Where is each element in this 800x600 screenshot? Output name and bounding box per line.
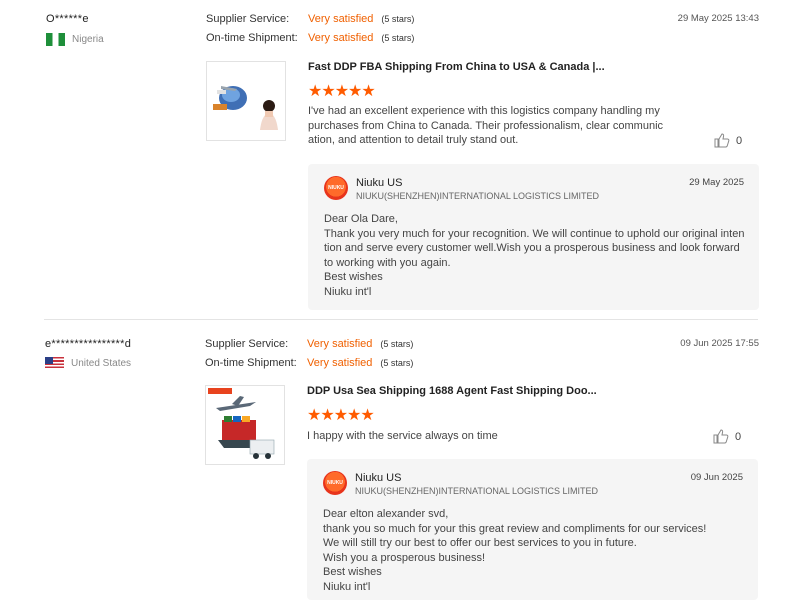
reply-date: 09 Jun 2025 [690,472,743,483]
on-time-shipment-rating: On-time Shipment: Very satisfied (5 star… [206,32,414,44]
like-count: 0 [736,134,743,147]
country-label: Nigeria [72,34,104,45]
niuku-logo-icon: NIUKU [324,176,348,200]
reply-line: Niuku int'l [324,285,372,298]
like-button[interactable]: 0 [714,133,742,148]
reply-line: Wish you a prosperous business! [323,551,486,564]
reply-line: Best wishes [324,271,383,283]
niuku-logo-icon: NIUKU [323,471,347,495]
reply-line: Dear elton alexander svd, [323,508,449,520]
reviewer-name: e****************d [45,338,132,350]
on-time-shipment-label: On-time Shipment: [205,357,297,369]
reply-line: Thank you very much for your recognition… [324,227,745,240]
review-date: 09 Jun 2025 17:55 [680,338,759,349]
on-time-shipment-value: Very satisfied [307,357,373,369]
review-card: O******e Nigeria Supplier Service: Very … [0,0,800,318]
country-label: United States [71,358,132,369]
reply-date: 29 May 2025 [689,177,744,188]
reply-line: Best wishes [323,566,382,578]
thumbs-up-icon [714,133,730,148]
supplier-service-value: Very satisfied [307,338,373,350]
product-title-link[interactable]: Fast DDP FBA Shipping From China to USA … [308,61,605,73]
review-text: I happy with the service always on time [307,430,498,442]
review-star-rating: ★★★★★ [307,407,375,424]
supplier-reply: NIUKU Niuku US NIUKU(SHENZHEN)INTERNATIO… [308,164,759,310]
reply-line: thank you so much for your this great re… [323,522,707,535]
on-time-shipment-stars: (5 stars) [380,358,414,368]
reply-company: NIUKU(SHENZHEN)INTERNATIONAL LOGISTICS L… [355,486,599,496]
supplier-service-rating: Supplier Service: Very satisfied (5 star… [205,338,413,350]
on-time-shipment-rating: On-time Shipment: Very satisfied (5 star… [205,357,413,369]
nigeria-flag-icon [46,33,65,46]
product-thumbnail[interactable] [206,61,286,141]
product-image-icon [213,86,278,130]
reviewer-name: O******e [46,13,89,25]
like-count: 0 [735,430,742,443]
like-button[interactable]: 0 [713,429,741,444]
supplier-reply: NIUKU Niuku US NIUKU(SHENZHEN)INTERNATIO… [307,459,758,600]
thumbs-up-icon [713,429,729,444]
united-states-flag-icon [45,357,64,370]
reply-company: NIUKU(SHENZHEN)INTERNATIONAL LOGISTICS L… [356,191,600,201]
on-time-shipment-label: On-time Shipment: [206,32,298,44]
reviewer-country: Nigeria [46,33,104,46]
reply-line: to working with you again. [324,256,451,269]
supplier-service-label: Supplier Service: [206,13,290,25]
supplier-service-stars: (5 stars) [381,14,415,24]
reply-body: Dear Ola Dare, Thank you very much for y… [324,212,744,299]
product-title-link[interactable]: DDP Usa Sea Shipping 1688 Agent Fast Shi… [307,385,597,397]
reply-line: Dear Ola Dare, [324,213,398,225]
reply-body: Dear elton alexander svd, thank you so m… [323,507,706,594]
reply-line: tion and serve every customer well.Wish … [324,242,740,254]
product-thumbnail[interactable] [205,385,285,465]
supplier-service-label: Supplier Service: [205,338,289,350]
reply-author: Niuku US [355,472,402,484]
reviewer-country: United States [45,357,131,370]
reply-line: We will still try our best to offer our … [323,537,637,549]
on-time-shipment-stars: (5 stars) [381,33,415,43]
supplier-service-rating: Supplier Service: Very satisfied (5 star… [206,13,414,25]
supplier-service-value: Very satisfied [308,13,374,25]
reply-line: Niuku int'l [323,580,371,593]
product-image-icon [208,388,275,459]
review-text: I've had an excellent experience with th… [308,105,664,146]
review-card: e****************d United States Supplie… [0,322,800,600]
reply-author: Niuku US [356,177,403,189]
review-date: 29 May 2025 13:43 [677,13,759,24]
on-time-shipment-value: Very satisfied [308,32,374,44]
review-divider [44,319,758,320]
review-star-rating: ★★★★★ [308,83,376,100]
supplier-service-stars: (5 stars) [380,339,414,349]
